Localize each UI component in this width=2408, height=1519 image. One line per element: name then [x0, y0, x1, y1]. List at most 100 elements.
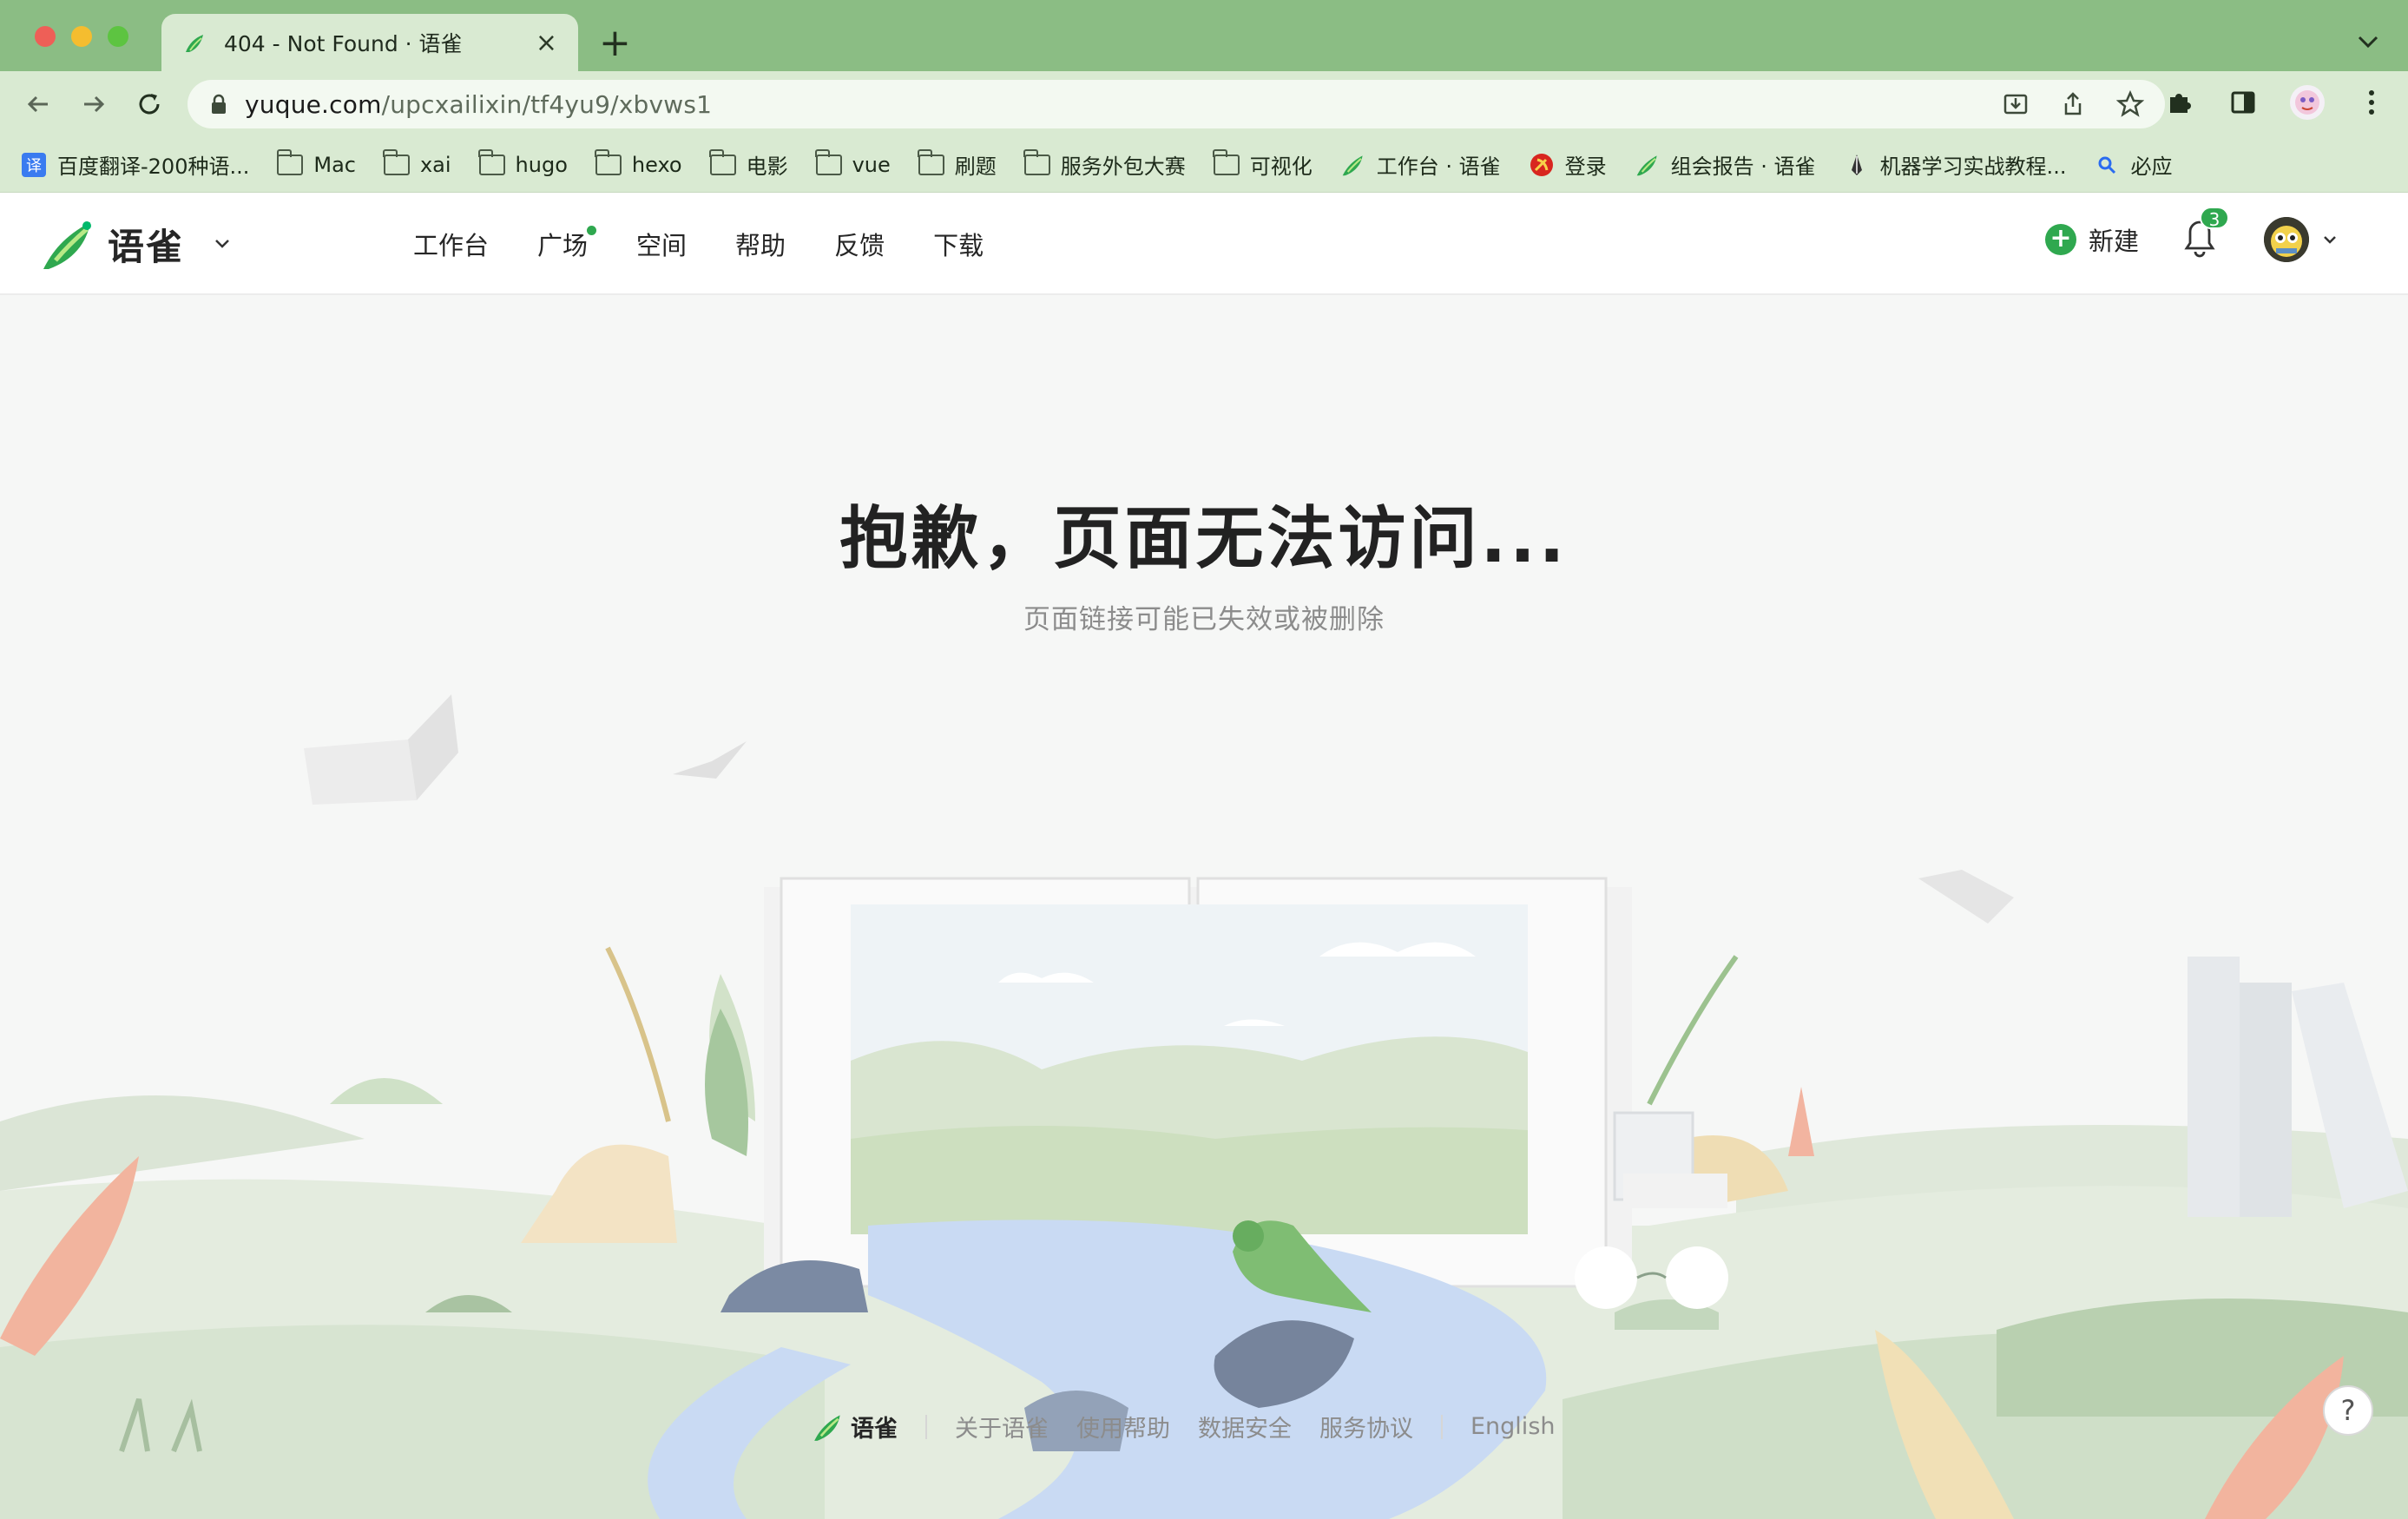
bookmark-label: 登录: [1564, 155, 1607, 179]
folder-icon: [276, 148, 304, 178]
notifications-button[interactable]: 3: [2182, 207, 2229, 260]
new-dot-indicator: [587, 226, 597, 235]
nav-help[interactable]: 帮助: [735, 226, 786, 262]
back-button[interactable]: [17, 83, 59, 125]
share-icon[interactable]: [2057, 89, 2089, 120]
footer-divider: [925, 1414, 927, 1439]
bookmark-label: 刷题: [954, 155, 997, 179]
tab-search-chevron-icon[interactable]: [2351, 24, 2385, 59]
address-bar[interactable]: yuque.com/upcxailixin/tf4yu9/xbvws1: [188, 80, 2165, 128]
bookmark-item[interactable]: 服务外包大赛: [1023, 148, 1186, 180]
nav-square-label: 广场: [537, 231, 589, 260]
footer-brand: 语雀: [851, 1416, 898, 1443]
plus-circle-icon: +: [2044, 224, 2076, 255]
bookmark-label: hugo: [515, 152, 568, 177]
footer-about-link[interactable]: 关于语雀: [955, 1410, 1049, 1443]
footer-help-link[interactable]: 使用帮助: [1076, 1410, 1170, 1443]
nav-download[interactable]: 下载: [933, 226, 984, 262]
nav-feedback[interactable]: 反馈: [834, 226, 885, 262]
bookmarks-bar: 译百度翻译-200种语... Mac xai hugo hexo 电影 vue 刷题 服务外包大…: [0, 137, 2408, 193]
bookmark-item[interactable]: 电影: [709, 148, 788, 180]
browser-chrome: 404 - Not Found · 语雀 × + yuque.com/upcxa…: [0, 0, 2408, 193]
bookmark-item[interactable]: 登录: [1529, 149, 1607, 180]
tab-title: 404 - Not Found · 语雀: [224, 31, 463, 56]
bookmark-item[interactable]: xai: [383, 148, 451, 178]
bookmark-item[interactable]: 组会报告 · 语雀: [1635, 149, 1816, 180]
page-footer: 语雀 关于语雀 使用帮助 数据安全 服务协议 English: [813, 1410, 1556, 1443]
notification-badge: 3: [2200, 207, 2229, 230]
new-button[interactable]: + 新建: [2044, 221, 2139, 258]
side-panel-icon[interactable]: [2224, 83, 2262, 122]
forward-button[interactable]: [73, 83, 115, 125]
profile-avatar-icon[interactable]: [2288, 83, 2326, 122]
yuque-favicon-icon: [186, 35, 203, 52]
browser-menu-icon[interactable]: [2352, 83, 2391, 122]
bookmark-item[interactable]: 可视化: [1213, 148, 1313, 180]
bookmark-item[interactable]: 机器学习实战教程...: [1844, 149, 2066, 180]
bookmark-label: 电影: [746, 155, 788, 179]
bookmark-item[interactable]: 刷题: [918, 148, 997, 180]
install-app-icon[interactable]: [2000, 89, 2031, 120]
folder-icon: [709, 148, 736, 178]
bookmark-item[interactable]: hexo: [595, 148, 682, 178]
footer-terms-link[interactable]: 服务协议: [1319, 1410, 1413, 1443]
bookmark-label: 组会报告 · 语雀: [1670, 155, 1816, 179]
page-content: 语雀 工作台 广场 空间 帮助 反馈 下载 + 新建 3 抱歉，页面无法访问..…: [0, 193, 2408, 1519]
yuque-icon: [1635, 152, 1661, 178]
bookmark-item[interactable]: 译百度翻译-200种语...: [21, 149, 249, 180]
svg-text:译: 译: [26, 157, 42, 175]
chevron-down-icon[interactable]: [212, 233, 233, 254]
yuque-bird-logo-icon: [43, 221, 91, 269]
bookmark-star-icon[interactable]: [2115, 89, 2146, 120]
not-found-illustration: [0, 694, 2408, 1519]
url-path: /upcxailixin/tf4yu9/xbvws1: [381, 89, 713, 119]
browser-tab[interactable]: 404 - Not Found · 语雀 ×: [161, 14, 578, 71]
bookmark-item[interactable]: 必应: [2094, 149, 2172, 180]
nav-workbench[interactable]: 工作台: [413, 226, 489, 262]
extensions-puzzle-icon[interactable]: [2160, 83, 2198, 122]
window-controls: [35, 26, 128, 47]
new-tab-button[interactable]: +: [599, 21, 631, 66]
bookmark-label: 服务外包大赛: [1060, 155, 1186, 179]
reload-icon: [139, 94, 160, 115]
translate-icon: 译: [21, 152, 47, 178]
back-arrow-icon: [27, 95, 48, 113]
yuque-icon: [1340, 152, 1366, 178]
folder-icon: [1023, 148, 1050, 178]
maximize-window-button[interactable]: [108, 26, 128, 47]
url-text: yuque.com/upcxailixin/tf4yu9/xbvws1: [245, 90, 712, 119]
header-actions: + 新建 3: [2044, 207, 2339, 262]
tab-close-icon[interactable]: ×: [536, 28, 557, 58]
main-nav: 工作台 广场 空间 帮助 反馈 下载: [413, 226, 984, 262]
toolbar-right: [2160, 83, 2391, 122]
new-button-label: 新建: [2088, 227, 2139, 256]
bookmark-label: vue: [852, 152, 891, 177]
bookmark-item[interactable]: 工作台 · 语雀: [1340, 149, 1501, 180]
brand-logo[interactable]: 语雀: [40, 217, 233, 271]
bookmark-label: 工作台 · 语雀: [1376, 155, 1501, 179]
folder-icon: [815, 148, 842, 178]
minimize-window-button[interactable]: [71, 26, 92, 47]
nav-square[interactable]: 广场: [537, 226, 597, 262]
footer-language-link[interactable]: English: [1470, 1413, 1556, 1440]
folder-icon: [918, 148, 944, 178]
lock-icon: [212, 94, 226, 114]
yuque-bird-logo-icon: [814, 1414, 840, 1441]
user-menu[interactable]: [2264, 217, 2339, 262]
address-bar-actions: [2000, 89, 2146, 120]
help-button[interactable]: ?: [2323, 1385, 2373, 1436]
footer-security-link[interactable]: 数据安全: [1198, 1410, 1292, 1443]
footer-logo[interactable]: 语雀: [813, 1410, 898, 1443]
bookmark-item[interactable]: hugo: [478, 148, 568, 178]
bookmark-label: xai: [419, 152, 451, 177]
bookmark-item[interactable]: Mac: [276, 148, 356, 178]
reload-button[interactable]: [128, 83, 170, 125]
footer-divider: [1441, 1414, 1443, 1439]
party-emblem-icon: [1529, 152, 1555, 178]
close-window-button[interactable]: [35, 26, 56, 47]
folder-icon: [478, 148, 505, 178]
search-icon: [2094, 152, 2120, 178]
nav-space[interactable]: 空间: [636, 226, 687, 262]
bookmark-label: hexo: [631, 152, 682, 177]
bookmark-item[interactable]: vue: [815, 148, 891, 178]
